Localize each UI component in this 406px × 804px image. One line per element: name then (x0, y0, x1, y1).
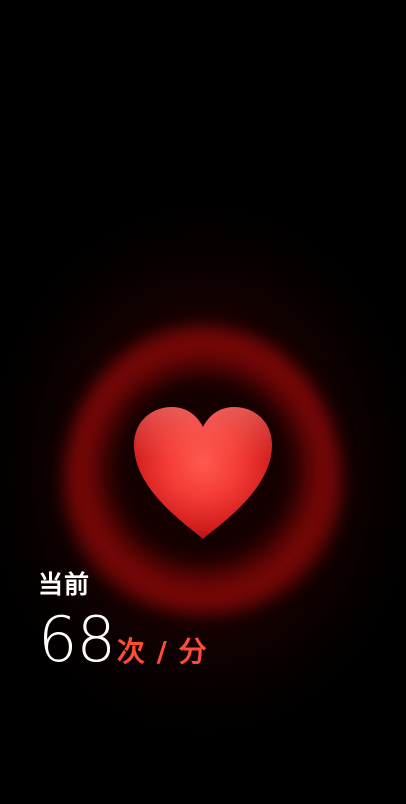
heart-rate-value-row: 68 次 / 分 (38, 606, 208, 674)
heart-rate-value: 68 (38, 603, 116, 676)
heart-rate-screen: 当前 68 次 / 分 (0, 0, 406, 804)
heart-icon (130, 405, 276, 541)
heart-rate-unit: 次 / 分 (116, 635, 208, 668)
heart-rate-reading: 当前 68 次 / 分 (38, 568, 208, 674)
current-label: 当前 (38, 570, 91, 599)
